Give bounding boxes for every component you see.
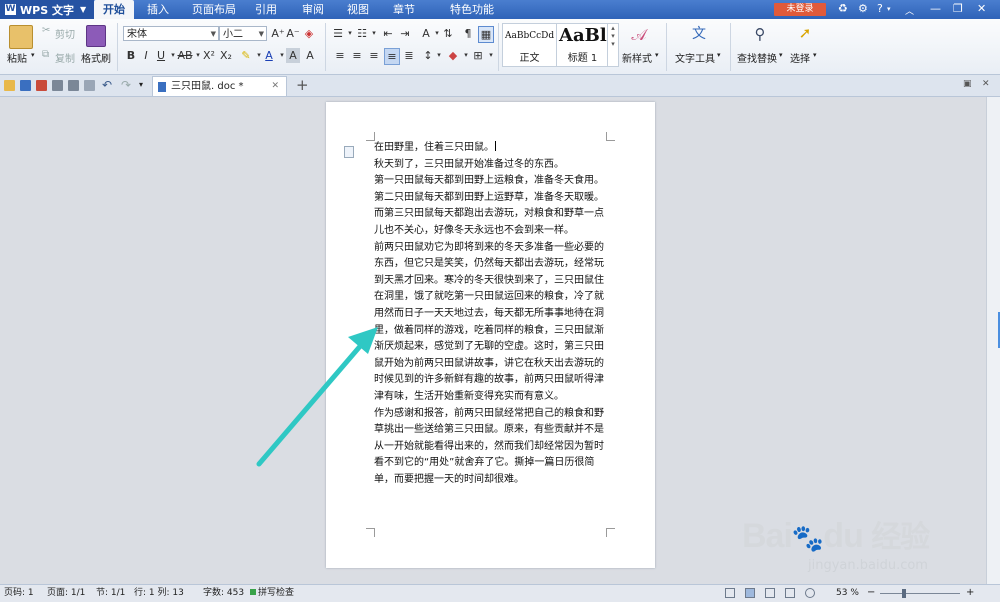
outline-view-icon[interactable] (765, 588, 775, 598)
status-bar: 页码: 1 页面: 1/1 节: 1/1 行: 1 列: 13 字数: 453 … (0, 584, 1000, 602)
focus-view-icon[interactable] (725, 588, 735, 598)
reading-view-icon[interactable] (805, 588, 815, 598)
zoom-level[interactable]: 53 % (836, 585, 859, 601)
arrow-head (348, 327, 378, 354)
watermark-brand-2: du (823, 517, 864, 555)
status-page-number: 页码: 1 (4, 588, 34, 598)
annotation-arrow (256, 327, 378, 467)
watermark-cn: 经验 (871, 521, 930, 554)
watermark-brand: Bai (742, 517, 793, 555)
arrow-shaft (256, 341, 365, 467)
status-word-count[interactable]: 字数: 453 (203, 585, 244, 601)
zoom-in-icon[interactable]: + (966, 585, 974, 601)
zoom-slider[interactable] (880, 593, 960, 594)
status-row-col: 行: 1 列: 13 (134, 588, 184, 598)
spell-check-toggle[interactable]: 拼写检查 (250, 585, 294, 601)
zoom-out-icon[interactable]: − (867, 585, 875, 601)
status-section: 节: 1/1 (96, 588, 126, 598)
baidu-watermark: Bai🐾du 经验 (742, 512, 930, 556)
status-pages: 页面: 1/1 (47, 588, 86, 598)
spell-check-icon (250, 589, 256, 595)
zoom-slider-thumb[interactable] (902, 589, 906, 598)
page-view-icon[interactable] (745, 588, 755, 598)
paw-icon: 🐾 (791, 523, 824, 553)
web-view-icon[interactable] (785, 588, 795, 598)
watermark-url: jingyan.baidu.com (808, 558, 928, 573)
spell-check-label: 拼写检查 (258, 588, 295, 598)
